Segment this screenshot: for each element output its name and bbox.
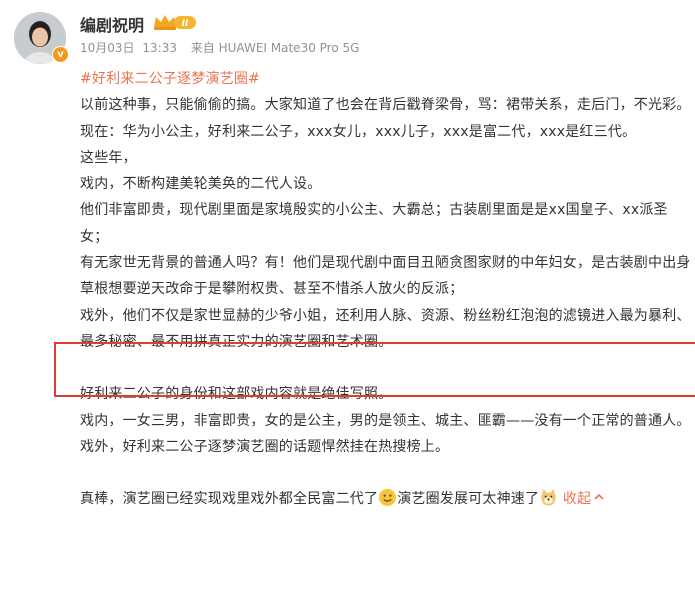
post-source: 来自 HUAWEI Mate30 Pro 5G xyxy=(190,41,360,55)
paragraph: 有无家世无背景的普通人吗？有！他们是现代剧中面目丑陋贪图家财的中年妇女，是古装剧… xyxy=(80,255,691,298)
doge-emoji-icon xyxy=(541,489,556,506)
paragraph-text: 演艺圈发展可太神速了 xyxy=(397,491,540,508)
collapse-label: 收起 xyxy=(562,491,592,508)
member-level: II xyxy=(182,19,189,29)
post-date[interactable]: 10月03日 xyxy=(80,41,135,55)
verified-badge-icon: v xyxy=(52,46,69,63)
post-meta: 10月03日 13:33 来自 HUAWEI Mate30 Pro 5G xyxy=(80,39,363,56)
collapse-link[interactable]: 收起 xyxy=(563,491,605,507)
paragraph: 好利来二公子的身份和这部戏内容就是绝佳写照。 xyxy=(80,386,393,403)
author-name[interactable]: 编剧祝明 xyxy=(80,12,144,36)
paragraph: 戏内，不断构建美轮美奂的二代人设。 xyxy=(80,176,322,193)
paragraph: 这些年， xyxy=(80,149,137,166)
paragraph-text: 真棒，演艺圈已经实现戏里戏外都全民富二代了 xyxy=(80,491,379,508)
post-time[interactable]: 13:33 xyxy=(142,41,177,55)
smile-emoji-icon xyxy=(379,489,397,507)
paragraph: 戏内，一女三男，非富即贵，女的是公主，男的是领主、城主、匪霸——没有一个正常的普… xyxy=(80,412,691,429)
chevron-up-icon xyxy=(594,494,604,500)
paragraph: 现在：华为小公主，好利来二公子，xxx女儿，xxx儿子，xxx是富二代，xxx是… xyxy=(80,123,637,140)
topic-link[interactable]: #好利来二公子逐梦演艺圈# xyxy=(80,71,260,87)
highlighted-paragraph: 戏外，他们不仅是家世显赫的少爷小姐，还利用人脉、资源、粉丝粉红泡泡的滤镜进入最为… xyxy=(80,307,691,350)
post-body: #好利来二公子逐梦演艺圈# 以前这种事，只能偷偷的搞。大家知道了也会在背后戳脊梁… xyxy=(80,66,692,512)
paragraph: 他们非富即贵，现代剧里面是家境殷实的小公主、大霸总；古装剧里面是是xx国皇子、x… xyxy=(80,202,668,245)
paragraph-last: 真棒，演艺圈已经实现戏里戏外都全民富二代了 演艺圈发展可太神速了 收起 xyxy=(80,486,692,512)
crown-member-icon[interactable]: II xyxy=(152,12,200,32)
paragraph: 以前这种事，只能偷偷的搞。大家知道了也会在背后戳脊梁骨，骂：裙带关系，走后门，不… xyxy=(80,97,691,114)
paragraph: 戏外，好利来二公子逐梦演艺圈的话题悍然挂在热搜榜上。 xyxy=(80,438,450,455)
